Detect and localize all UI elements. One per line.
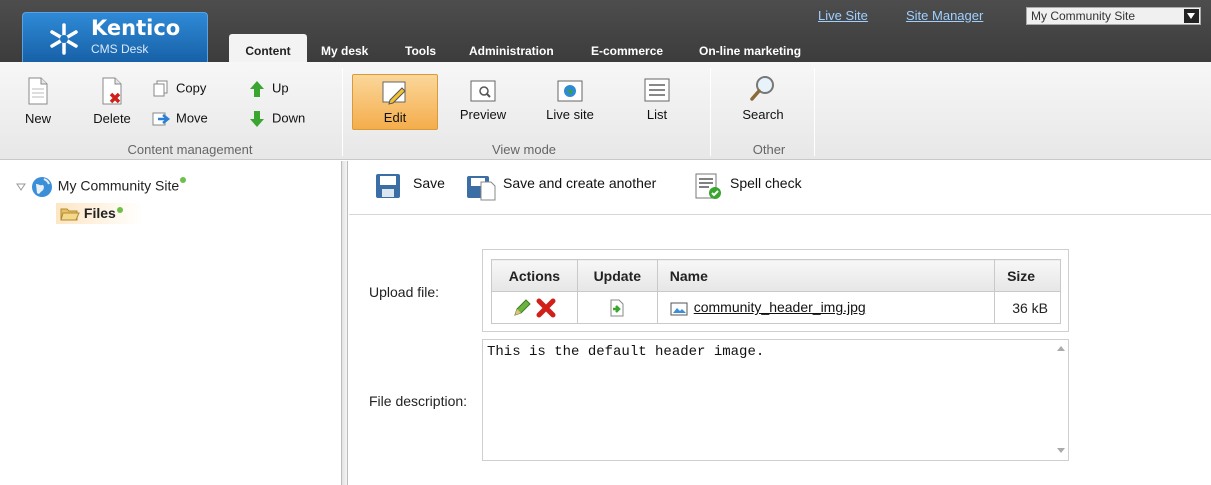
live-site-button[interactable]: Live site xyxy=(536,76,604,122)
kentico-logo[interactable]: Kentico CMS Desk xyxy=(22,12,208,62)
delete-document-icon xyxy=(102,77,122,105)
up-button-label: Up xyxy=(272,80,289,96)
tab-my-desk[interactable]: My desk xyxy=(321,44,368,62)
column-header-name: Name xyxy=(656,259,996,292)
file-description-label: File description: xyxy=(369,393,468,409)
update-file-icon[interactable] xyxy=(609,299,625,317)
copy-icon xyxy=(153,80,168,97)
tree-node-files-label: Files xyxy=(83,205,116,221)
search-button-label: Search xyxy=(742,107,784,122)
textarea-scrollbar[interactable] xyxy=(1053,340,1068,460)
logo-name: Kentico xyxy=(91,16,181,40)
preview-icon xyxy=(470,80,496,102)
list-button[interactable]: List xyxy=(632,76,682,122)
table-row: community_header_img.jpg 36 kB xyxy=(491,291,1061,324)
content-tree: My Community Site Files xyxy=(0,161,342,485)
edit-button-label: Edit xyxy=(383,110,407,125)
other-group-label: Other xyxy=(752,142,786,157)
actions-cell xyxy=(491,291,578,324)
view-mode-group-label: View mode xyxy=(491,142,557,157)
edit-pencil-icon[interactable] xyxy=(512,298,532,318)
site-selector-value: My Community Site xyxy=(1031,9,1136,23)
image-file-icon xyxy=(670,302,688,316)
kentico-snowflake-icon xyxy=(50,23,78,55)
scroll-down-icon[interactable] xyxy=(1057,448,1065,453)
ribbon-toolbar: New Delete Copy Move Up Down Content man… xyxy=(0,62,1211,160)
logo-subtitle: CMS Desk xyxy=(91,42,149,56)
arrow-up-icon xyxy=(250,81,264,97)
new-button[interactable]: New xyxy=(18,76,58,126)
down-button-label: Down xyxy=(272,110,306,126)
top-header: Kentico CMS Desk Live Site Site Manager … xyxy=(0,0,1211,62)
preview-button-label: Preview xyxy=(459,107,507,122)
tab-tools[interactable]: Tools xyxy=(405,44,436,62)
spell-check-label: Spell check xyxy=(730,175,802,191)
up-button[interactable]: Up xyxy=(248,80,289,98)
save-and-create-another-label: Save and create another xyxy=(503,175,657,191)
site-selector[interactable]: My Community Site xyxy=(1026,7,1201,25)
list-button-label: List xyxy=(646,107,668,122)
save-disk-icon xyxy=(376,174,400,198)
tab-content[interactable]: Content xyxy=(229,34,307,62)
column-header-actions: Actions xyxy=(491,259,578,292)
globe-window-icon xyxy=(557,80,583,102)
tree-splitter[interactable] xyxy=(342,161,348,485)
site-manager-link[interactable]: Site Manager xyxy=(906,8,983,23)
size-cell: 36 kB xyxy=(994,291,1061,324)
tab-on-line-marketing[interactable]: On-line marketing xyxy=(699,44,801,62)
update-cell xyxy=(576,291,658,324)
file-description-textarea[interactable]: This is the default header image. xyxy=(482,339,1069,461)
delete-button[interactable]: Delete xyxy=(87,76,137,126)
upload-file-box: Actions Update Name Size community_heade… xyxy=(482,249,1069,332)
content-management-group-label: Content management xyxy=(127,142,253,157)
tree-node-root-label: My Community Site xyxy=(57,177,180,194)
tab-administration[interactable]: Administration xyxy=(469,44,554,62)
spell-check-icon xyxy=(695,173,721,199)
folder-open-icon xyxy=(60,208,80,221)
down-button[interactable]: Down xyxy=(248,110,305,128)
tab-e-commerce[interactable]: E-commerce xyxy=(591,44,663,62)
search-button[interactable]: Search xyxy=(734,74,792,122)
move-button[interactable]: Move xyxy=(152,110,208,128)
copy-button[interactable]: Copy xyxy=(152,80,206,98)
uploaded-files-table: Actions Update Name Size community_heade… xyxy=(491,259,1061,324)
edit-icon xyxy=(382,81,406,105)
new-button-label: New xyxy=(24,111,51,126)
move-icon xyxy=(152,112,171,126)
published-status-dot xyxy=(116,207,123,213)
list-icon xyxy=(644,78,670,102)
globe-icon xyxy=(31,177,52,197)
copy-button-label: Copy xyxy=(176,80,207,96)
ribbon-separator xyxy=(710,68,711,156)
save-new-icon xyxy=(467,176,496,201)
upload-file-label: Upload file: xyxy=(369,284,440,300)
expand-triangle-icon[interactable] xyxy=(16,182,26,192)
live-site-link[interactable]: Live Site xyxy=(818,8,868,23)
live-site-button-label: Live site xyxy=(546,107,594,122)
ribbon-separator xyxy=(814,68,815,156)
edit-button[interactable]: Edit xyxy=(352,74,438,130)
delete-button-label: Delete xyxy=(93,111,131,126)
tree-node-root[interactable]: My Community Site xyxy=(16,175,187,199)
delete-x-icon[interactable] xyxy=(536,298,556,318)
new-document-icon xyxy=(28,77,48,105)
tree-node-files[interactable]: Files xyxy=(56,203,147,225)
scroll-up-icon[interactable] xyxy=(1057,346,1065,351)
column-header-size: Size xyxy=(994,259,1061,292)
file-name-link[interactable]: community_header_img.jpg xyxy=(694,299,866,315)
chevron-down-icon[interactable] xyxy=(1184,9,1199,23)
published-status-dot xyxy=(180,177,187,183)
edit-toolbar: Save Save and create another Spell check xyxy=(349,161,1211,215)
ribbon-separator xyxy=(342,68,343,156)
column-header-update: Update xyxy=(576,259,658,292)
save-label: Save xyxy=(413,175,445,191)
edit-panel: Save Save and create another Spell check… xyxy=(349,161,1211,485)
search-icon xyxy=(750,76,774,101)
arrow-down-icon xyxy=(250,111,264,127)
name-cell: community_header_img.jpg xyxy=(656,291,996,324)
move-button-label: Move xyxy=(176,110,208,126)
preview-button[interactable]: Preview xyxy=(452,76,514,122)
